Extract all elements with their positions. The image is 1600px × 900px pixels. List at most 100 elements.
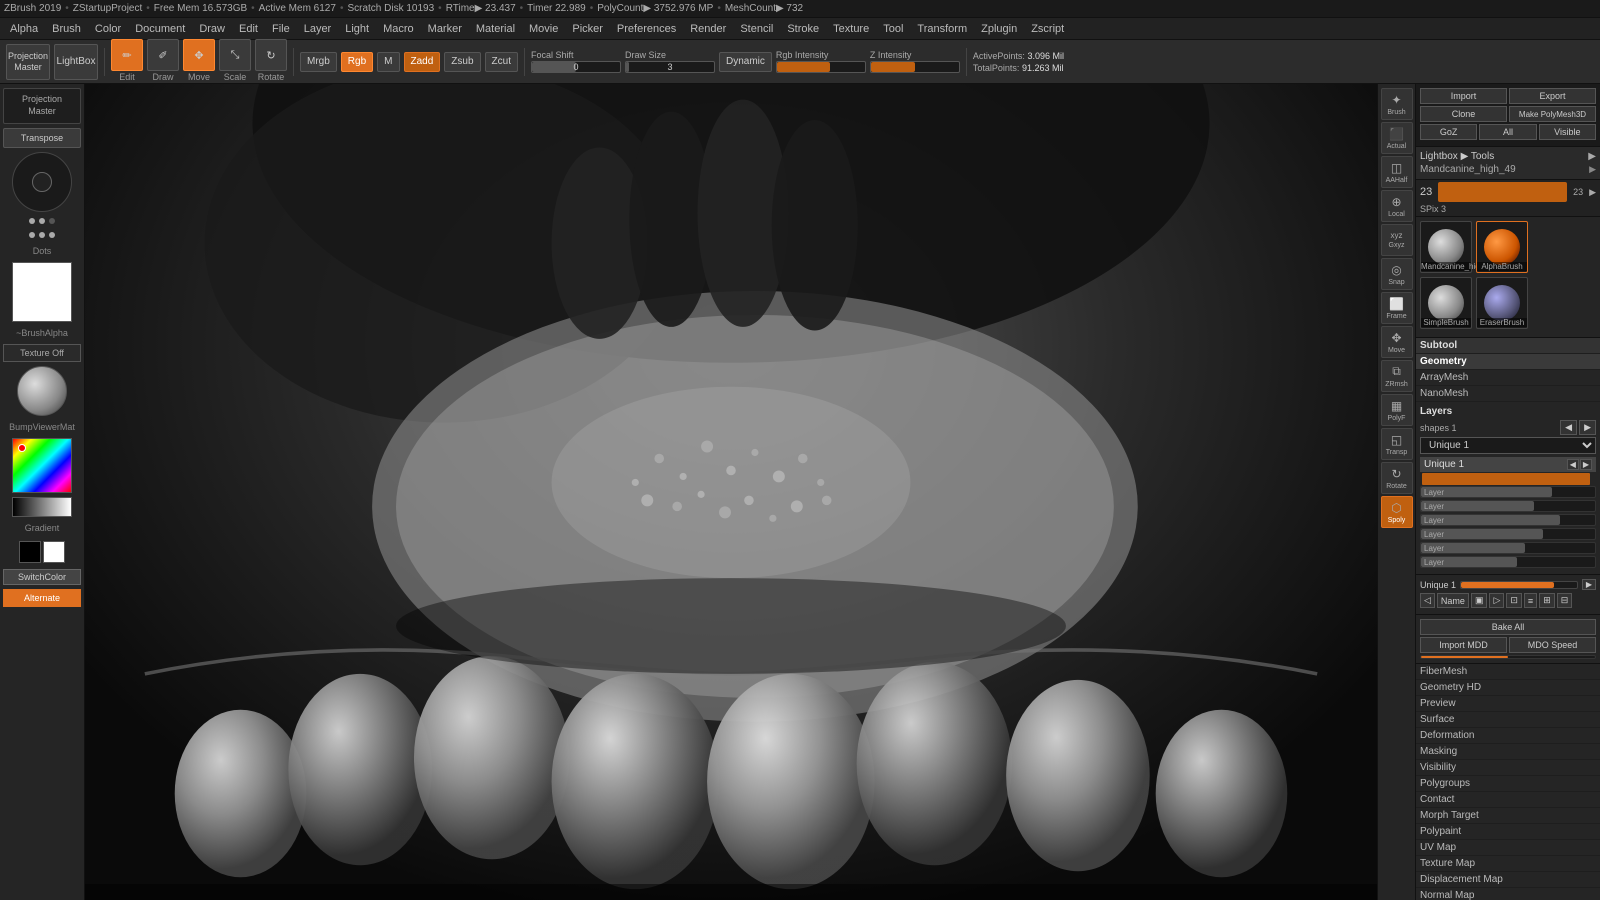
menu-picker[interactable]: Picker — [566, 21, 609, 37]
scale-icon[interactable]: ⤡ — [219, 39, 251, 71]
ri-brush-btn[interactable]: ✦ Brush — [1381, 88, 1413, 120]
deformation-item[interactable]: Deformation — [1416, 728, 1600, 744]
brush-thumb-1[interactable]: Mandcanine_hig — [1420, 221, 1472, 273]
ri-zremesh-btn[interactable]: ⧉ ZRmsh — [1381, 360, 1413, 392]
geometry-item[interactable]: Geometry — [1416, 354, 1600, 370]
polypaint-item[interactable]: Polypaint — [1416, 824, 1600, 840]
z-intensity-slider[interactable] — [870, 61, 960, 73]
draw-icon[interactable]: ✐ — [147, 39, 179, 71]
shapes-left-btn[interactable]: ◀ — [1560, 420, 1577, 435]
material-ball[interactable] — [17, 366, 67, 416]
layer-icon-8[interactable]: ⊟ — [1557, 593, 1573, 608]
draw-group[interactable]: ✐ Draw — [147, 39, 179, 84]
menu-macro[interactable]: Macro — [377, 21, 420, 37]
menu-color[interactable]: Color — [89, 21, 127, 37]
contact-item[interactable]: Contact — [1416, 792, 1600, 808]
visibility-item[interactable]: Visibility — [1416, 760, 1600, 776]
import-btn[interactable]: Import — [1420, 88, 1507, 104]
unique-slider-track[interactable] — [1460, 581, 1578, 589]
menu-layer[interactable]: Layer — [298, 21, 338, 37]
menu-zscript[interactable]: Zscript — [1025, 21, 1070, 37]
make-polymesh-btn[interactable]: Make PolyMesh3D — [1509, 106, 1596, 122]
canvas-bg[interactable] — [85, 84, 1377, 900]
subtool-item[interactable]: Subtool — [1416, 338, 1600, 354]
menu-zplugin[interactable]: Zplugin — [975, 21, 1023, 37]
rgb-intensity-control[interactable]: Rgb Intensity — [776, 50, 866, 73]
menu-document[interactable]: Document — [129, 21, 191, 37]
ri-local-btn[interactable]: ⊕ Local — [1381, 190, 1413, 222]
focal-shift-slider[interactable]: 0 — [531, 61, 621, 73]
edit-group[interactable]: ✏ Edit — [111, 39, 143, 84]
compass[interactable] — [12, 152, 72, 212]
layer-icon-3[interactable]: ▣ — [1471, 593, 1488, 608]
swatch-black[interactable] — [19, 541, 41, 563]
layer-icon-4[interactable]: ▷ — [1489, 593, 1504, 608]
uv-map-item[interactable]: UV Map — [1416, 840, 1600, 856]
goz-btn[interactable]: GoZ — [1420, 124, 1477, 140]
u1-left[interactable]: ◀ — [1567, 459, 1579, 470]
rgb-intensity-slider[interactable] — [776, 61, 866, 73]
swatch-white[interactable] — [43, 541, 65, 563]
menu-tool[interactable]: Tool — [877, 21, 909, 37]
ri-polyf-btn[interactable]: ▦ PolyF — [1381, 394, 1413, 426]
alternate-btn[interactable]: Alternate — [3, 589, 81, 607]
menu-draw[interactable]: Draw — [193, 21, 231, 37]
ri-frame-btn[interactable]: ⬜ Frame — [1381, 292, 1413, 324]
z-intensity-control[interactable]: Z Intensity — [870, 50, 960, 73]
lightbox-btn[interactable]: Transpose — [3, 128, 81, 148]
import-mdd-btn[interactable]: Import MDD — [1420, 637, 1507, 653]
unique-dropdown[interactable]: Unique 1 — [1420, 437, 1596, 454]
zadd-btn[interactable]: Zadd — [404, 52, 441, 72]
polygroups-item[interactable]: Polygroups — [1416, 776, 1600, 792]
layer-icon-name[interactable]: Name — [1437, 593, 1469, 608]
bake-all-btn[interactable]: Bake All — [1420, 619, 1596, 635]
menu-texture[interactable]: Texture — [827, 21, 875, 37]
ri-transp-btn[interactable]: ◱ Transp — [1381, 428, 1413, 460]
mdd-speed-btn[interactable]: MDO Speed — [1509, 637, 1596, 653]
rgb-btn[interactable]: Rgb — [341, 52, 373, 72]
menu-file[interactable]: File — [266, 21, 296, 37]
shapes-right-btn[interactable]: ▶ — [1579, 420, 1596, 435]
brush-thumb-4[interactable]: EraserBrush — [1476, 277, 1528, 329]
ri-move-btn[interactable]: ✥ Move — [1381, 326, 1413, 358]
menu-render[interactable]: Render — [684, 21, 732, 37]
export-btn[interactable]: Export — [1509, 88, 1596, 104]
goz-all-btn[interactable]: All — [1479, 124, 1536, 140]
lightbox-icon[interactable]: LightBox — [54, 44, 98, 80]
texture-off-btn[interactable]: Texture Off — [3, 344, 81, 362]
brush-thumb-3[interactable]: SimpleBrush — [1420, 277, 1472, 329]
displacement-map-item[interactable]: Displacement Map — [1416, 872, 1600, 888]
morph-target-item[interactable]: Morph Target — [1416, 808, 1600, 824]
switch-color-btn[interactable]: SwitchColor — [3, 569, 81, 585]
ri-spoly-btn[interactable]: ⬡ Spoly — [1381, 496, 1413, 528]
nanomesh-item[interactable]: NanoMesh — [1416, 386, 1600, 402]
brush-alpha-preview[interactable] — [12, 262, 72, 322]
draw-size-slider[interactable]: 3 — [625, 61, 715, 73]
zsub-btn[interactable]: Zsub — [444, 52, 480, 72]
rotate-group[interactable]: ↻ Rotate — [255, 39, 287, 84]
move-group[interactable]: ✥ Move — [183, 39, 215, 84]
draw-size-control[interactable]: Draw Size 3 — [625, 50, 715, 73]
normal-map-item[interactable]: Normal Map — [1416, 888, 1600, 900]
menu-brush[interactable]: Brush — [46, 21, 87, 37]
layer-icon-5[interactable]: ⊡ — [1506, 593, 1522, 608]
arraymesh-item[interactable]: ArrayMesh — [1416, 370, 1600, 386]
surface-item[interactable]: Surface — [1416, 712, 1600, 728]
menu-alpha[interactable]: Alpha — [4, 21, 44, 37]
menu-edit[interactable]: Edit — [233, 21, 264, 37]
canvas-area[interactable] — [85, 84, 1377, 900]
mdd-slider[interactable] — [1420, 655, 1596, 659]
ri-actual-btn[interactable]: ⬛ Actual — [1381, 122, 1413, 154]
masking-item[interactable]: Masking — [1416, 744, 1600, 760]
dynamic-btn[interactable]: Dynamic — [719, 52, 772, 72]
expand-arrow[interactable]: ▶ — [1588, 151, 1596, 162]
preview-item[interactable]: Preview — [1416, 696, 1600, 712]
zcut-btn[interactable]: Zcut — [485, 52, 518, 72]
m-btn[interactable]: M — [377, 52, 399, 72]
menu-movie[interactable]: Movie — [523, 21, 564, 37]
geometry-hd-item[interactable]: Geometry HD — [1416, 680, 1600, 696]
layer-icon-6[interactable]: ≡ — [1524, 593, 1537, 608]
rotate-icon[interactable]: ↻ — [255, 39, 287, 71]
focal-shift-control[interactable]: Focal Shift 0 — [531, 50, 621, 73]
texture-map-item[interactable]: Texture Map — [1416, 856, 1600, 872]
